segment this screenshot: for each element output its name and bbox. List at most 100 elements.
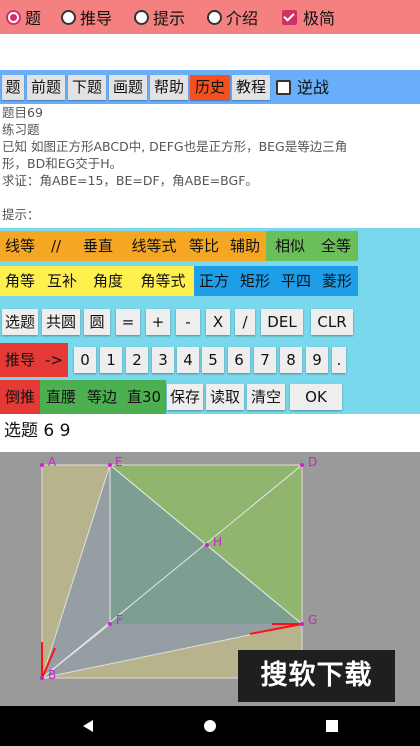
key-digit-0[interactable]: 0 [74,347,96,373]
back-icon [83,720,93,732]
key-digit-2[interactable]: 2 [126,347,148,373]
draw-problem-button[interactable]: 画题 [109,75,147,100]
key-digit-5[interactable]: 5 [202,347,224,373]
point-d-dot [300,463,304,467]
key-digit-8[interactable]: 8 [280,347,302,373]
key-equals[interactable]: = [116,309,140,335]
toolbar: 题 前题 下题 画题 帮助 历史 教程 逆战 [0,70,420,104]
problem-prove: 求证：角ABE=15，BE=DF，角ABE=BGF。 [2,173,258,188]
key-load[interactable]: 读取 [206,384,244,410]
problem-given-line1: 已知 如图正方形ABCD中, DEFG也是正方形，BEG是等边三角 [2,139,348,154]
status-line: 选题 6 9 [0,414,420,452]
point-f-dot [108,622,112,626]
reverse-label: 逆战 [297,78,330,97]
key-parallel[interactable]: // [40,231,72,261]
key-backward[interactable]: 倒推 [0,380,40,414]
recents-button[interactable] [312,706,352,746]
key-ok[interactable]: OK [290,384,342,410]
key-digit-1[interactable]: 1 [100,347,122,373]
key-digit-9[interactable]: 9 [306,347,328,373]
problem-panel: 题目69 练习题 已知 如图正方形ABCD中, DEFG也是正方形，BEG是等边… [0,104,420,228]
next-problem-button[interactable]: 下题 [68,75,106,100]
key-minus[interactable]: - [176,309,200,335]
radio-unchecked-icon [134,9,149,25]
key-supplementary[interactable]: 互补 [40,266,84,296]
point-b-dot [40,676,44,680]
key-congruent[interactable]: 全等 [314,231,358,261]
problem-id: 题目69 [2,105,43,120]
point-b-label: B [48,668,56,682]
radio-unchecked-icon [207,9,222,25]
back-button[interactable] [68,706,108,746]
key-circle[interactable]: 圆 [84,309,110,335]
key-digit-6[interactable]: 6 [228,347,250,373]
help-button[interactable]: 帮助 [150,75,188,100]
key-times[interactable]: X [206,309,230,335]
key-equilateral[interactable]: 等边 [82,380,122,414]
key-clear[interactable]: CLR [311,309,353,335]
geometry-canvas[interactable]: A E D H F G B 搜软下载 [0,452,420,706]
key-similar[interactable]: 相似 [266,231,314,261]
key-angle-equal[interactable]: 角等 [0,266,40,296]
key-rhombus[interactable]: 菱形 [316,266,358,296]
key-right-30[interactable]: 直30 [122,380,166,414]
point-h-dot [205,543,209,547]
mode-label: 题 [25,9,42,28]
key-concyclic[interactable]: 共圆 [42,309,80,335]
key-angle-equation[interactable]: 角等式 [132,266,194,296]
key-rectangle[interactable]: 矩形 [234,266,276,296]
mode-intro[interactable]: 介绍 [207,5,258,29]
mode-label: 介绍 [226,9,259,28]
checkbox-checked-icon [282,9,297,25]
key-auxiliary[interactable]: 辅助 [224,231,266,261]
key-dot[interactable]: . [332,347,346,373]
key-arrow[interactable]: -> [40,343,68,377]
minimal-checkbox[interactable]: 极简 [282,5,335,29]
checkbox-unchecked-icon [276,80,291,95]
key-digit-7[interactable]: 7 [254,347,276,373]
home-icon [204,720,216,732]
problem-button[interactable]: 题 [2,75,24,100]
radio-checked-icon [6,9,21,25]
key-plus[interactable]: + [146,309,170,335]
key-proportion[interactable]: 等比 [184,231,224,261]
tutorial-button[interactable]: 教程 [232,75,270,100]
prev-problem-button[interactable]: 前题 [27,75,65,100]
mode-bar: 题 推导 提示 介绍 极简 [0,0,420,34]
minimal-label: 极简 [303,9,336,28]
mode-hint[interactable]: 提示 [134,5,185,29]
mode-derive[interactable]: 推导 [61,5,112,29]
problem-given-line2: 形，BD和EG交于H。 [2,156,123,171]
key-line-equation[interactable]: 线等式 [124,231,184,261]
recents-icon [326,720,338,732]
point-a-label: A [48,455,57,469]
key-square[interactable]: 正方 [194,266,234,296]
mode-label: 推导 [80,9,113,28]
reverse-checkbox[interactable]: 逆战 [276,75,356,100]
mode-problem[interactable]: 题 [6,5,41,29]
key-divide[interactable]: / [235,309,255,335]
key-parallelogram[interactable]: 平四 [276,266,316,296]
mode-label: 提示 [153,9,186,28]
point-f-label: F [116,613,123,627]
key-perpendicular[interactable]: 垂直 [72,231,124,261]
key-derive[interactable]: 推导 [0,343,40,377]
key-clear-all[interactable]: 清空 [247,384,285,410]
key-select-problem[interactable]: 选题 [2,309,38,335]
point-a-dot [40,463,44,467]
key-angle-degree[interactable]: 角度 [84,266,132,296]
point-g-label: G [308,613,317,627]
point-e-label: E [115,455,123,469]
system-nav-bar [0,706,420,746]
spacer [0,34,420,70]
key-save[interactable]: 保存 [167,384,203,410]
key-delete[interactable]: DEL [261,309,303,335]
key-right-isosceles[interactable]: 直腰 [40,380,82,414]
home-button[interactable] [190,706,230,746]
history-button[interactable]: 历史 [190,75,230,100]
point-g-dot [300,622,304,626]
key-line-equal[interactable]: 线等 [0,231,40,261]
key-digit-3[interactable]: 3 [152,347,174,373]
watermark-logo: 搜软下载 [238,650,395,702]
key-digit-4[interactable]: 4 [177,347,199,373]
